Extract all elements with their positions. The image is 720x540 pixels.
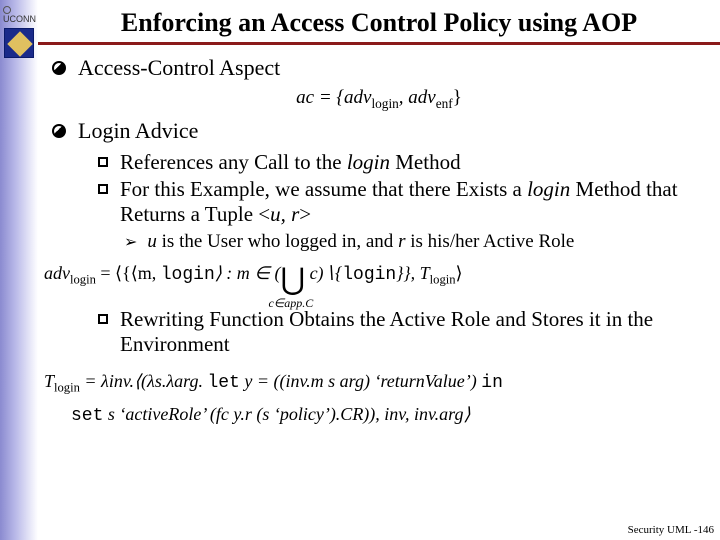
slide-content: Enforcing an Access Control Policy using… [38, 0, 720, 540]
sub-bullet-example: For this Example, we assume that there E… [98, 177, 720, 227]
sub-bullet-references: References any Call to the login Method [98, 150, 720, 175]
formula-adv-login: advlogin = ⟨{⟨m, login⟩ : m ∈ (⋃c∈app.C … [44, 262, 720, 297]
bullet-square-icon [98, 157, 108, 167]
bullet-square-icon [98, 184, 108, 194]
bullet-text: Rewriting Function Obtains the Active Ro… [120, 307, 720, 357]
bullet-arrow-icon: ➢ [124, 233, 137, 252]
subsub-bullet-u-r: ➢ u is the User who logged in, and r is … [124, 231, 720, 254]
slide-footer: Security UML -146 [628, 524, 714, 536]
bullet-text: Login Advice [78, 118, 198, 144]
bullet-text: u is the User who logged in, and r is hi… [147, 231, 574, 254]
sidebar-gradient: UCONN [0, 0, 38, 540]
formula-t-login: Tlogin = λinv.⟨(λs.λarg. let y = ((inv.m… [44, 366, 720, 432]
bullet-login-advice: Login Advice [52, 118, 720, 144]
sub-bullet-rewriting: Rewriting Function Obtains the Active Ro… [98, 307, 720, 357]
brand-label: UCONN [3, 4, 38, 24]
uconn-shield-icon [4, 28, 34, 58]
slide-title: Enforcing an Access Control Policy using… [38, 0, 720, 42]
bullet-text: For this Example, we assume that there E… [120, 177, 720, 227]
bullet-circle-icon [52, 124, 66, 138]
bullet-text: Access-Control Aspect [78, 55, 280, 81]
formula-ac: ac = {advlogin, advenf} [38, 87, 720, 112]
bullet-text: References any Call to the login Method [120, 150, 461, 175]
bullet-access-control-aspect: Access-Control Aspect [52, 55, 720, 81]
title-rule [38, 42, 720, 45]
bullet-circle-icon [52, 61, 66, 75]
bullet-square-icon [98, 314, 108, 324]
